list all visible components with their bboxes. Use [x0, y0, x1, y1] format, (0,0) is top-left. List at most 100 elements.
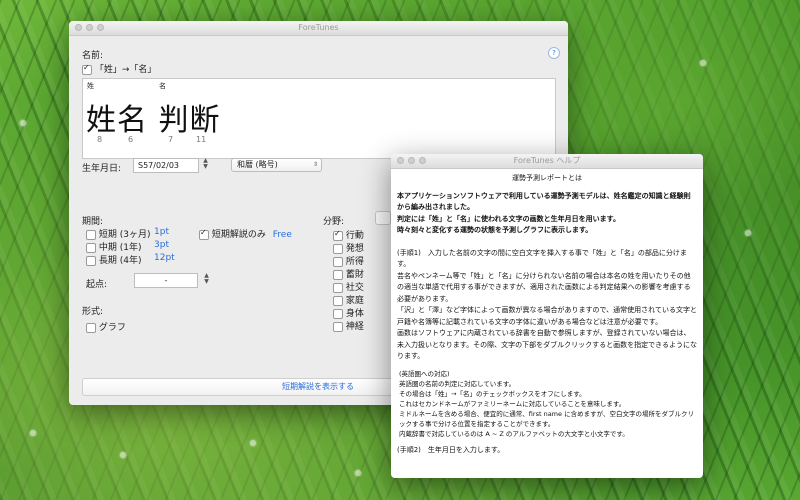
field-item[interactable]: 身体: [333, 306, 364, 319]
checkbox-icon[interactable]: [86, 229, 96, 240]
window-controls: [397, 157, 426, 164]
help-paragraph: 芸名やペンネーム等で「姓」と「名」に分けられない名前の場合は本名の姓を用いたりそ…: [397, 271, 691, 303]
period-option-points: 1pt: [154, 227, 169, 237]
close-button[interactable]: [75, 24, 82, 31]
field-item-label: 神経: [345, 322, 364, 332]
checkbox-icon[interactable]: [86, 242, 96, 253]
graph-label: グラフ: [98, 323, 126, 333]
help-paragraph: これはセカンドネームがファミリーネームに対応していることを意味します。: [399, 399, 626, 408]
field-item[interactable]: 社交: [333, 280, 364, 293]
period-option-label: 短期 (3ヶ月): [98, 230, 151, 240]
help-paragraph: 画数はソフトウェアに内蔵されている辞書を自動で参照しますが、登録されていない場合…: [397, 329, 697, 360]
help-intro-line: 時々刻々と変化する運勢の状態を予測しグラフに表示します。: [397, 226, 593, 234]
help-icon[interactable]: ?: [548, 47, 560, 59]
stroke-count[interactable]: 6: [128, 135, 133, 144]
help-paragraph: (英語圏への対応): [399, 369, 450, 378]
field-label: 分野:: [323, 217, 345, 227]
main-titlebar[interactable]: ForeTunes: [69, 21, 568, 36]
window-controls: [75, 24, 104, 31]
field-item[interactable]: 神経: [333, 319, 364, 332]
help-paragraph: (手順2) 生年月日を入力します。: [397, 445, 505, 454]
field-item-label: 行動: [345, 231, 364, 241]
water-drop: [355, 470, 361, 476]
checkbox-icon[interactable]: [333, 308, 343, 319]
checkbox-icon[interactable]: [86, 255, 96, 266]
name-display[interactable]: 姓名 判断: [86, 95, 221, 139]
help-paragraph: (手順1) 入力した名前の文字の間に空白文字を挿入する事で「姓」と「名」の部品に…: [397, 248, 687, 269]
water-drop: [700, 60, 706, 66]
start-stepper[interactable]: ▲ ▼: [203, 273, 210, 286]
help-content[interactable]: 運勢予測レポートとは 本アプリケーションソフトウェアで利用している運勢予測モデル…: [391, 169, 703, 478]
field-item-label: 家庭: [345, 296, 364, 306]
zoom-button[interactable]: [419, 157, 426, 164]
checkbox-icon[interactable]: [333, 295, 343, 306]
help-window: ForeTunes ヘルプ 運勢予測レポートとは 本アプリケーションソフトウェア…: [391, 154, 703, 478]
water-drop: [745, 230, 751, 236]
birthdate-label: 生年月日:: [82, 164, 122, 174]
stroke-count[interactable]: 11: [196, 135, 206, 144]
field-item-label: 発想: [345, 244, 364, 254]
water-drop: [250, 440, 256, 446]
format-label: 形式:: [82, 307, 104, 317]
stroke-count[interactable]: 8: [97, 135, 102, 144]
help-heading: 運勢予測レポートとは: [512, 174, 582, 182]
start-label: 起点:: [86, 280, 108, 290]
short-only-price: Free: [272, 230, 292, 240]
sei-mei-checkbox-label: 「姓」→「名」: [94, 65, 157, 75]
chevron-updown-icon: ⇕: [312, 161, 318, 168]
help-intro-line: 本アプリケーションソフトウェアで利用している運勢予測モデルは、姓名鑑定の知識と経…: [397, 191, 691, 212]
help-intro-line: 判定には「姓」と「名」に使われる文字の画数と生年月日を用います。: [397, 214, 620, 223]
stroke-count[interactable]: 7: [168, 135, 173, 144]
period-option-label: 長期 (4年): [98, 256, 142, 266]
surname-label: 姓: [87, 82, 94, 90]
sei-mei-checkbox[interactable]: 「姓」→「名」: [82, 62, 156, 75]
short-only-checkbox[interactable]: 短期解説のみ Free: [199, 227, 292, 240]
period-option-mid[interactable]: 中期 (1年): [86, 240, 142, 253]
help-window-title: ForeTunes ヘルプ: [513, 156, 581, 165]
minimize-button[interactable]: [86, 24, 93, 31]
era-select-value: 和暦 (略号): [237, 160, 278, 169]
water-drop: [120, 452, 126, 458]
short-only-label: 短期解説のみ: [211, 230, 266, 240]
field-item-label: 身体: [345, 309, 364, 319]
field-item[interactable]: 所得: [333, 254, 364, 267]
period-option-long[interactable]: 長期 (4年): [86, 253, 142, 266]
birthdate-stepper[interactable]: ▲ ▼: [202, 158, 209, 171]
checkbox-icon[interactable]: [333, 269, 343, 280]
period-option-points: 12pt: [154, 253, 175, 263]
window-title: ForeTunes: [298, 23, 339, 32]
checkbox-icon[interactable]: [82, 63, 92, 75]
zoom-button[interactable]: [97, 24, 104, 31]
field-item[interactable]: 発想: [333, 241, 364, 254]
checkbox-icon[interactable]: [199, 228, 209, 240]
checkbox-icon[interactable]: [333, 243, 343, 254]
graph-checkbox[interactable]: グラフ: [86, 320, 126, 333]
field-item-label: 所得: [345, 257, 364, 267]
field-item-label: 蓄財: [345, 270, 364, 280]
field-item[interactable]: 行動: [333, 228, 364, 241]
field-toggle-button[interactable]: [375, 211, 391, 225]
period-label: 期間:: [82, 217, 104, 227]
water-drop: [30, 430, 36, 436]
field-item[interactable]: 家庭: [333, 293, 364, 306]
name-label: 名前:: [82, 51, 104, 61]
help-titlebar[interactable]: ForeTunes ヘルプ: [391, 154, 703, 169]
help-paragraph: ミドルネームを含める場合、便宜的に通常、first name に含めますが、空白…: [399, 409, 694, 428]
help-paragraph: 内蔵辞書で対応しているのは A ~ Z のアルファベットの大文字と小文字です。: [399, 429, 629, 438]
checkbox-icon[interactable]: [333, 229, 343, 241]
birthdate-field[interactable]: S57/02/03: [133, 158, 199, 173]
field-item[interactable]: 蓄財: [333, 267, 364, 280]
checkbox-icon[interactable]: [333, 256, 343, 267]
help-paragraph: 英語圏の名前の判定に対応しています。: [399, 379, 516, 388]
minimize-button[interactable]: [408, 157, 415, 164]
name-input-area[interactable]: 姓 名 姓名 判断 8 6 7 11: [82, 78, 556, 159]
start-field[interactable]: -: [134, 273, 198, 288]
close-button[interactable]: [397, 157, 404, 164]
period-option-short[interactable]: 短期 (3ヶ月): [86, 227, 151, 240]
given-name-label: 名: [159, 82, 166, 90]
checkbox-icon[interactable]: [333, 282, 343, 293]
checkbox-icon[interactable]: [333, 321, 343, 332]
period-option-label: 中期 (1年): [98, 243, 142, 253]
era-select[interactable]: 和暦 (略号) ⇕: [231, 158, 322, 172]
checkbox-icon[interactable]: [86, 322, 96, 333]
